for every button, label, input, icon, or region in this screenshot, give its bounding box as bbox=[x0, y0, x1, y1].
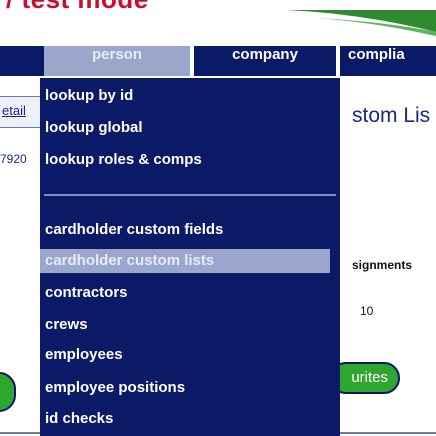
menu-item-employee-positions[interactable]: employee positions bbox=[40, 376, 340, 400]
page-title: stom Lis bbox=[352, 104, 431, 127]
menu-item-lookup-global[interactable]: lookup global bbox=[40, 116, 340, 140]
test-mode-label: / test mode bbox=[6, 0, 149, 15]
menu-item-cardholder-custom-fields[interactable]: cardholder custom fields bbox=[40, 218, 340, 242]
main-nav-bar: person company complia bbox=[0, 46, 436, 76]
menu-item-crews[interactable]: crews bbox=[40, 313, 340, 337]
favourites-button[interactable]: urites bbox=[330, 362, 400, 394]
left-pill-button[interactable] bbox=[0, 372, 16, 412]
nav-tab-company[interactable]: company bbox=[194, 46, 336, 76]
person-dropdown-menu: lookup by id lookup global lookup roles … bbox=[40, 78, 340, 436]
nav-tab-person[interactable]: person bbox=[44, 46, 190, 76]
nav-tab-compliance[interactable]: complia bbox=[340, 46, 436, 76]
menu-item-cardholder-custom-lists[interactable]: cardholder custom lists bbox=[40, 249, 330, 273]
menu-divider bbox=[44, 194, 336, 196]
menu-item-id-checks[interactable]: id checks bbox=[40, 407, 340, 431]
green-swoosh-graphic bbox=[286, 10, 436, 37]
record-id-fragment: 7920 bbox=[0, 152, 27, 166]
menu-item-contractors[interactable]: contractors bbox=[40, 281, 340, 305]
assignments-column-header: signments bbox=[352, 258, 413, 272]
detail-tab-label: etail bbox=[2, 103, 26, 118]
menu-item-employees[interactable]: employees bbox=[40, 343, 340, 367]
favourites-button-label: urites bbox=[351, 369, 388, 386]
top-banner: / test mode bbox=[0, 0, 436, 44]
menu-item-lookup-by-id[interactable]: lookup by id bbox=[40, 84, 340, 108]
assignments-value: 10 bbox=[360, 304, 374, 318]
menu-item-lookup-roles-comps[interactable]: lookup roles & comps bbox=[40, 148, 340, 172]
